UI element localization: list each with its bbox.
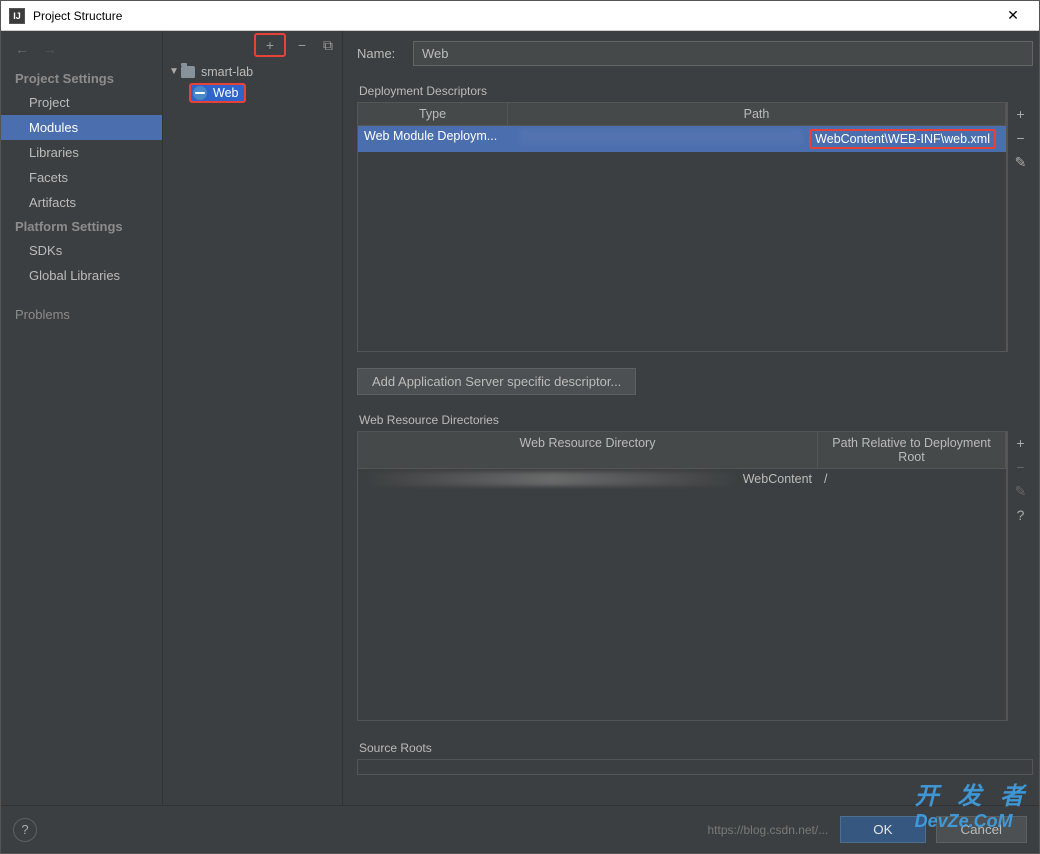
project-structure-window: IJ Project Structure ✕ ← → Project Setti… <box>0 0 1040 854</box>
web-resources-table: Web Resource Directory Path Relative to … <box>357 431 1007 721</box>
dd-remove-button[interactable]: − <box>1013 130 1029 146</box>
dd-col-type[interactable]: Type <box>358 103 508 125</box>
add-descriptor-row: Add Application Server specific descript… <box>357 368 1033 395</box>
section-project-settings: Project Settings <box>1 67 162 90</box>
titlebar: IJ Project Structure ✕ <box>1 1 1039 31</box>
dd-edit-button[interactable]: ✎ <box>1013 154 1029 170</box>
dd-add-button[interactable]: + <box>1013 106 1029 122</box>
nav-back-icon[interactable]: ← <box>15 41 29 57</box>
tree-node-web-highlight: Web <box>189 83 246 103</box>
name-label: Name: <box>357 46 413 61</box>
wrd-cell-dir: WebContent <box>358 469 818 489</box>
sidebar-item-problems[interactable]: Problems <box>1 302 162 327</box>
sidebar-item-modules[interactable]: Modules <box>1 115 162 140</box>
nav-forward-icon[interactable]: → <box>43 41 57 57</box>
deployment-descriptors-panel: Type Path Web Module Deploym... WebConte… <box>357 102 1033 352</box>
source-roots-panel <box>357 759 1033 775</box>
dd-cell-path: WebContent\WEB-INF\web.xml <box>508 126 1006 152</box>
wrd-remove-button[interactable]: − <box>1013 459 1029 475</box>
tree-label: Web <box>213 86 238 100</box>
wrd-cell-rel: / <box>818 469 1006 489</box>
app-icon: IJ <box>9 8 25 24</box>
module-tree-panel: + − ⧉ ▼ smart-lab Web <box>163 31 343 805</box>
source-roots-title: Source Roots <box>357 737 1033 759</box>
dd-col-path[interactable]: Path <box>508 103 1006 125</box>
remove-module-button[interactable]: − <box>294 37 310 53</box>
close-icon[interactable]: ✕ <box>995 7 1031 24</box>
dd-cell-type: Web Module Deploym... <box>358 126 508 152</box>
sidebar-item-libraries[interactable]: Libraries <box>1 140 162 165</box>
folder-icon <box>181 66 195 78</box>
redacted-path <box>520 129 803 145</box>
dd-tools: + − ✎ <box>1007 102 1033 352</box>
dialog-footer: ? https://blog.csdn.net/... OK Cancel <box>1 805 1039 853</box>
module-tree: ▼ smart-lab Web <box>163 59 342 103</box>
dd-row[interactable]: Web Module Deploym... WebContent\WEB-INF… <box>358 126 1006 152</box>
web-icon <box>193 86 207 100</box>
web-resources-title: Web Resource Directories <box>357 409 1033 431</box>
section-platform-settings: Platform Settings <box>1 215 162 238</box>
wrd-table-body: WebContent / <box>358 469 1006 720</box>
wrd-col-rel[interactable]: Path Relative to Deployment Root <box>818 432 1006 468</box>
wrd-dir-suffix: WebContent <box>743 472 812 486</box>
source-roots-table <box>357 759 1033 775</box>
settings-sidebar: ← → Project Settings Project Modules Lib… <box>1 31 163 805</box>
name-row: Name: <box>357 41 1033 66</box>
redacted-dir <box>364 472 739 486</box>
dd-table-body: Web Module Deploym... WebContent\WEB-INF… <box>358 126 1006 351</box>
wrd-add-button[interactable]: + <box>1013 435 1029 451</box>
window-title: Project Structure <box>33 9 995 23</box>
web-resources-panel: Web Resource Directory Path Relative to … <box>357 431 1033 721</box>
wrd-help-button[interactable]: ? <box>1013 507 1029 523</box>
tree-label: smart-lab <box>201 65 253 79</box>
sidebar-item-facets[interactable]: Facets <box>1 165 162 190</box>
expand-icon: ▼ <box>169 66 179 77</box>
sidebar-item-artifacts[interactable]: Artifacts <box>1 190 162 215</box>
add-app-server-descriptor-button[interactable]: Add Application Server specific descript… <box>357 368 636 395</box>
sidebar-item-sdks[interactable]: SDKs <box>1 238 162 263</box>
copy-module-button[interactable]: ⧉ <box>320 37 336 53</box>
help-button[interactable]: ? <box>13 818 37 842</box>
dd-path-suffix: WebContent\WEB-INF\web.xml <box>809 129 996 149</box>
watermark-text: https://blog.csdn.net/... <box>707 823 828 837</box>
wrd-row[interactable]: WebContent / <box>358 469 1006 489</box>
nav-history: ← → <box>1 37 162 67</box>
wrd-edit-button[interactable]: ✎ <box>1013 483 1029 499</box>
plus-icon: + <box>262 37 278 53</box>
deployment-descriptors-title: Deployment Descriptors <box>357 80 1033 102</box>
tree-node-web[interactable]: Web <box>163 82 342 103</box>
facet-main-panel: Name: Deployment Descriptors Type Path W… <box>343 31 1039 805</box>
tree-node-root[interactable]: ▼ smart-lab <box>163 61 342 82</box>
wrd-col-dir[interactable]: Web Resource Directory <box>358 432 818 468</box>
cancel-button[interactable]: Cancel <box>936 816 1028 843</box>
dialog-body: ← → Project Settings Project Modules Lib… <box>1 31 1039 805</box>
sidebar-item-project[interactable]: Project <box>1 90 162 115</box>
deployment-descriptors-table: Type Path Web Module Deploym... WebConte… <box>357 102 1007 352</box>
wrd-tools: + − ✎ ? <box>1007 431 1033 721</box>
dd-table-head: Type Path <box>358 103 1006 126</box>
tree-toolbar: + − ⧉ <box>163 31 342 59</box>
wrd-table-head: Web Resource Directory Path Relative to … <box>358 432 1006 469</box>
sidebar-item-global-libraries[interactable]: Global Libraries <box>1 263 162 288</box>
add-module-button[interactable]: + <box>254 33 286 57</box>
ok-button[interactable]: OK <box>840 816 925 843</box>
name-input[interactable] <box>413 41 1033 66</box>
